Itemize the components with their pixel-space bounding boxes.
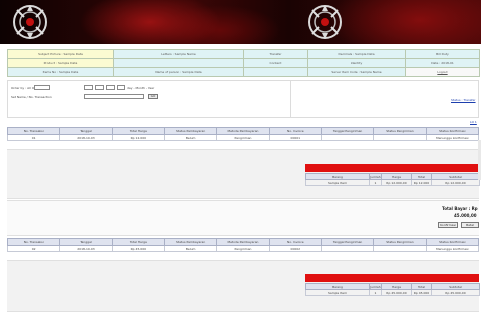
search-label: Set Name / No. Transaction <box>11 95 52 99</box>
table-cell: Belum <box>163 245 218 252</box>
table-cell: 02 <box>6 245 61 252</box>
column-header: No. Invoice <box>268 238 322 246</box>
info-row: Subject Picture : Sample Data Letters : S… <box>7 49 480 59</box>
detail-cell: Rp 12.000,00 <box>381 179 412 186</box>
column-header: Status Konfirmasi <box>425 238 480 246</box>
column-header: Tanggal Pengiriman <box>320 127 375 135</box>
total-amount: 45.000,00 <box>454 213 477 218</box>
info-cell <box>113 58 244 68</box>
column-header: Status Pembayaran <box>163 127 218 135</box>
detail-header-bar-1 <box>305 164 479 172</box>
table-cell: 01 <box>6 134 61 141</box>
detail-cell: Rp 12.000 <box>411 179 432 186</box>
table-cell: 2018-10-03 <box>59 134 113 141</box>
go-button[interactable]: GO <box>148 94 158 99</box>
info-cell: Subject Picture : Sample Data <box>7 49 114 59</box>
orders-table-2: No. Transaksi Tanggal Total Harga Status Pe… <box>6 238 480 252</box>
day-select[interactable] <box>84 85 93 90</box>
detail-row: Sample Item 1 Rp 45.000,00 Rp 45.000 Rp 45.0… <box>305 289 480 296</box>
column-header: Metode Pembayaran <box>216 127 270 135</box>
year-select[interactable] <box>106 85 115 90</box>
logout-link[interactable]: Logout <box>405 67 480 77</box>
table-cell: Pengiriman <box>216 245 270 252</box>
table-row[interactable]: 02 2018-10-03 Rp 45.000 Belum Pengiriman 0000… <box>6 245 480 252</box>
detail-cell: Sample Item <box>305 179 370 186</box>
date-hint-label: day - Month - Year <box>127 86 155 90</box>
info-cell: Name of person : Sample Data <box>113 67 244 77</box>
detail-cell: Sample Item <box>305 289 370 296</box>
table-cell: Menunggu konfirmasi <box>425 134 480 141</box>
extra-select[interactable] <box>117 85 125 90</box>
column-header: Status Pengiriman <box>373 127 427 135</box>
status-link[interactable]: Status : Transfer <box>451 98 476 102</box>
table-cell <box>320 134 375 141</box>
confirm-button[interactable]: Konfirmasi <box>438 222 458 228</box>
banner-background <box>0 0 481 44</box>
info-cell <box>243 67 308 77</box>
table-cell: Belum <box>163 134 218 141</box>
column-header: Tanggal <box>59 127 113 135</box>
column-header: Metode Pembayaran <box>216 238 270 246</box>
month-select[interactable] <box>95 85 104 90</box>
info-row: Product : Sample Data Content Identity Date… <box>7 58 480 68</box>
table-cell: 2018-10-03 <box>59 245 113 252</box>
orders-table-1: No. Transaksi Tanggal Total Harga Status Pe… <box>6 127 480 141</box>
table-cell <box>373 245 427 252</box>
info-cell: Product : Sample Data <box>7 58 114 68</box>
table-cell <box>320 245 375 252</box>
total-label: Total Bayar : Rp <box>442 206 478 211</box>
column-header: Total Harga <box>111 127 165 135</box>
table-cell: Rp 45.000 <box>111 245 165 252</box>
order-select[interactable] <box>34 85 50 90</box>
header-banner <box>0 0 481 44</box>
column-header: Tanggal <box>59 238 113 246</box>
info-row: Items No : Sample Data Name of person : S… <box>7 67 480 77</box>
info-cell: Letters : Sample Name <box>113 49 244 59</box>
column-header: No. Invoice <box>268 127 322 135</box>
info-cell: Identity <box>307 58 406 68</box>
cancel-button[interactable]: Batal <box>461 222 479 228</box>
info-cell: Server Item Code : Sample Name <box>307 67 406 77</box>
column-header: Status Pengiriman <box>373 238 427 246</box>
table-cell <box>373 134 427 141</box>
detail-table-2: Barang Jumlah Harga Total Subtotal Sample It… <box>305 283 480 296</box>
column-header: No. Transaksi <box>6 127 61 135</box>
page-link[interactable]: LO 1 <box>470 120 477 124</box>
info-cell: Date : 2018-01 <box>405 58 480 68</box>
table-cell: Menunggu konfirmasi <box>425 245 480 252</box>
table-cell: 00002 <box>268 245 322 252</box>
detail-header-bar-2 <box>305 274 479 282</box>
table-cell: Pengiriman <box>216 134 270 141</box>
detail-cell: Rp 12.000,00 <box>431 179 480 186</box>
detail-cell: 1 <box>369 289 382 296</box>
emblem-logo-center <box>308 5 342 39</box>
column-header: Status Konfirmasi <box>425 127 480 135</box>
column-header: Tanggal Pengiriman <box>320 238 375 246</box>
account-info-grid: Subject Picture : Sample Data Letters : S… <box>7 49 480 77</box>
column-header: Total Harga <box>111 238 165 246</box>
filter-divider <box>290 81 291 117</box>
info-cell: Content <box>243 58 308 68</box>
emblem-logo-left <box>13 5 47 39</box>
search-input[interactable] <box>84 94 144 99</box>
table-cell: Rp 12.000 <box>111 134 165 141</box>
detail-cell: Rp 45.000,00 <box>431 289 480 296</box>
detail-cell: Rp 45.000 <box>411 289 432 296</box>
total-area <box>7 200 479 236</box>
filter-panel: Order by : All Order day - Month - Year … <box>7 80 479 118</box>
info-cell: Items No : Sample Data <box>7 67 114 77</box>
detail-table-1: Barang Jumlah Harga Total Subtotal Sample It… <box>305 173 480 186</box>
detail-cell: 1 <box>369 179 382 186</box>
detail-row: Sample Item 1 Rp 12.000,00 Rp 12.000 Rp 12.0… <box>305 179 480 186</box>
info-cell: Transfer <box>243 49 308 59</box>
detail-cell: Rp 45.000,00 <box>381 289 412 296</box>
table-row[interactable]: 01 2018-10-03 Rp 12.000 Belum Pengiriman 0000… <box>6 134 480 141</box>
table-cell: 00001 <box>268 134 322 141</box>
info-cell: Decimals : Sample Data <box>307 49 406 59</box>
info-cell: Bill Duty <box>405 49 480 59</box>
column-header: Status Pembayaran <box>163 238 218 246</box>
column-header: No. Transaksi <box>6 238 61 246</box>
